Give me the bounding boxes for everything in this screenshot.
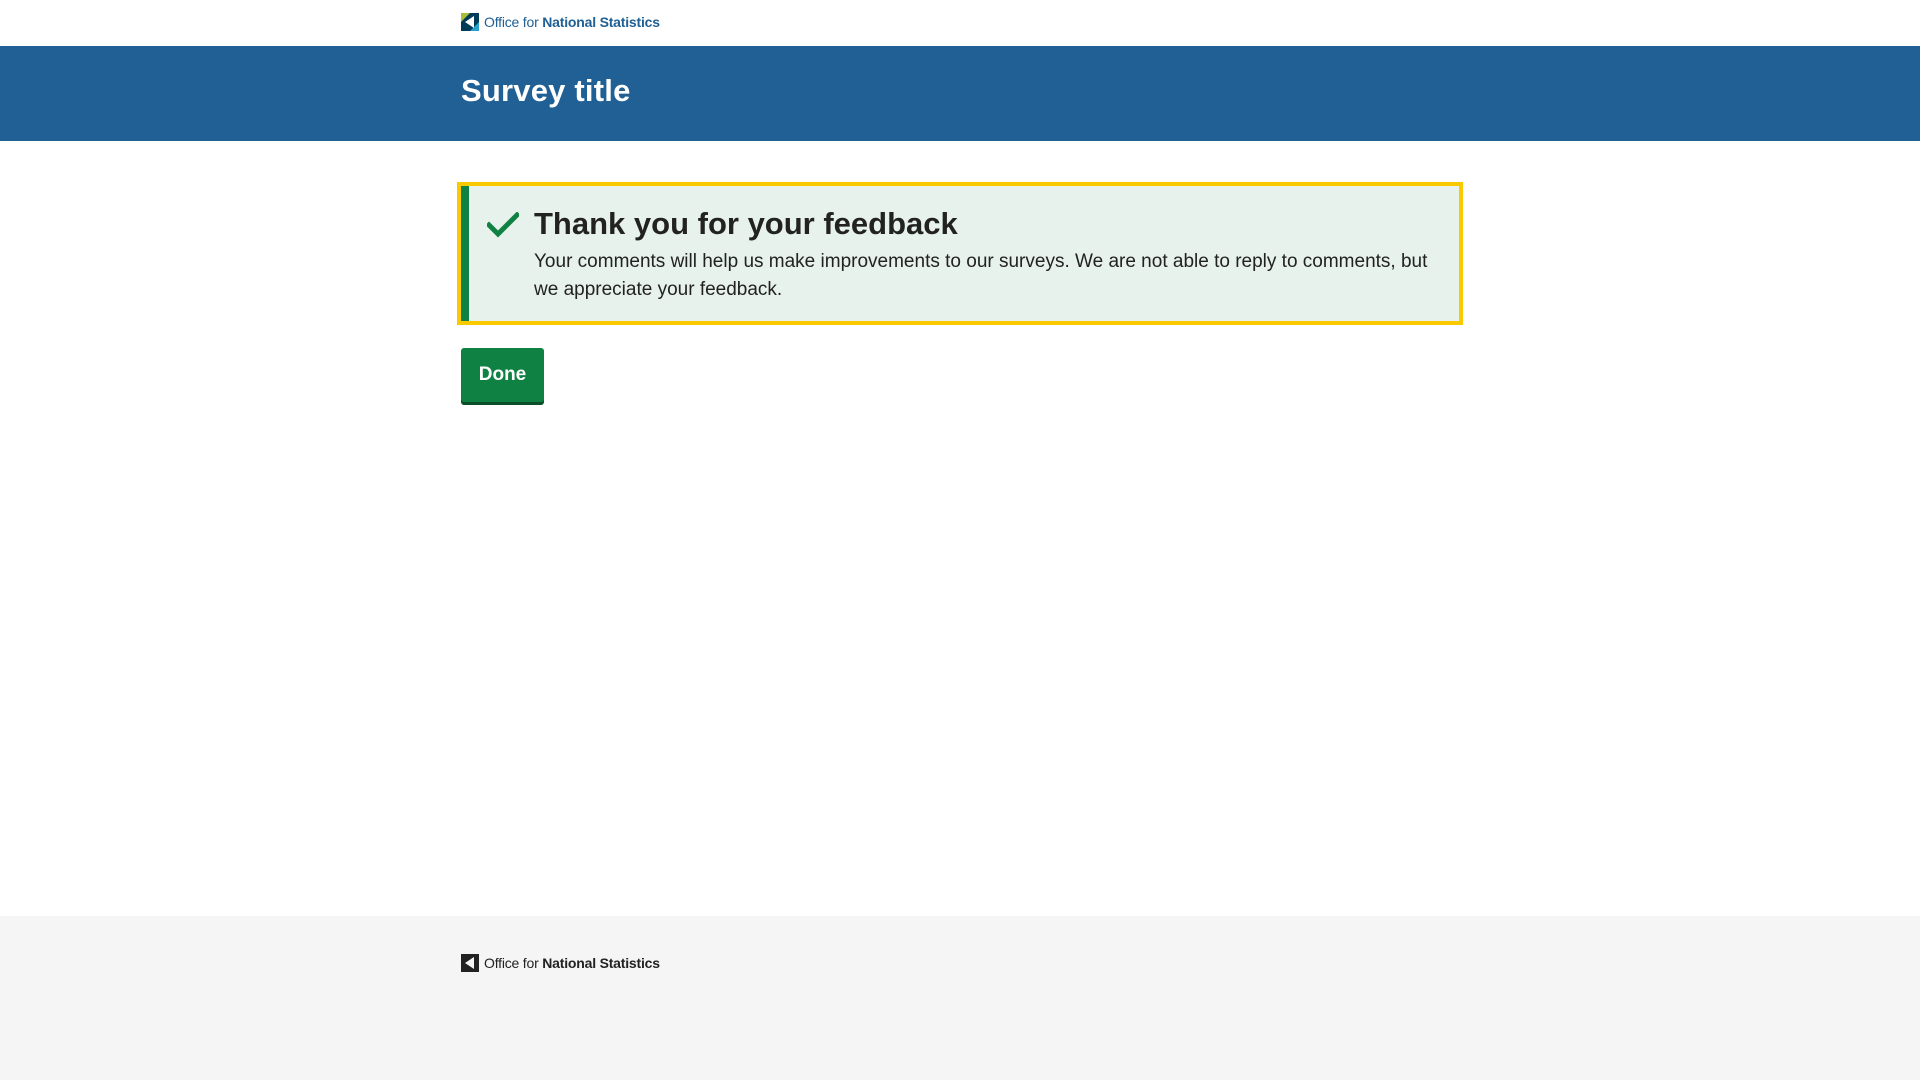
page-title: Survey title xyxy=(461,73,631,108)
footer-logo-text-bold: National Statistics xyxy=(542,955,660,971)
title-bar: Survey title xyxy=(0,46,1920,141)
success-panel-focus-outline: Thank you for your feedback Your comment… xyxy=(457,182,1463,325)
footer-logo-text: Office for National Statistics xyxy=(484,955,660,971)
logo-text-light: Office for xyxy=(484,14,539,30)
panel-title: Thank you for your feedback xyxy=(534,206,958,241)
ons-logo-icon xyxy=(461,13,479,31)
ons-logo-link[interactable]: Office for National Statistics xyxy=(461,13,660,31)
footer: Office for National Statistics xyxy=(0,916,1920,1080)
done-button[interactable]: Done xyxy=(461,348,544,402)
success-panel: Thank you for your feedback Your comment… xyxy=(461,186,1459,321)
footer-logo-text-light: Office for xyxy=(484,955,539,971)
check-icon xyxy=(487,212,519,238)
ons-logo-icon xyxy=(461,954,479,972)
logo-text: Office for National Statistics xyxy=(484,14,660,30)
panel-body: Your comments will help us make improvem… xyxy=(534,251,1428,300)
logo-text-bold: National Statistics xyxy=(542,14,660,30)
footer-ons-logo-link[interactable]: Office for National Statistics xyxy=(461,954,660,972)
masthead: Office for National Statistics xyxy=(0,0,1920,46)
